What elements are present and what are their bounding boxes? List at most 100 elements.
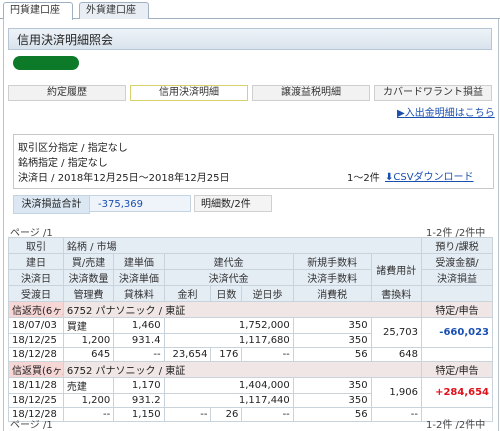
header-side: 買/売建 bbox=[62, 253, 115, 270]
header-interest: 金利 bbox=[163, 285, 212, 302]
condition-trade-type: 取引区分指定 / 指定なし bbox=[18, 143, 128, 154]
settle-price: 931.2 bbox=[113, 393, 165, 408]
csv-download-label: CSVダウンロード bbox=[393, 172, 474, 183]
delivery-date: 18/12/28 bbox=[8, 347, 64, 362]
csv-download-link[interactable]: ⬇CSVダウンロード bbox=[385, 168, 474, 183]
page-title: 信用決済明細照会 bbox=[8, 28, 492, 50]
new-fee: 350 bbox=[292, 377, 372, 394]
settle-date: 18/12/25 bbox=[8, 333, 64, 348]
settle-date: 18/12/25 bbox=[8, 393, 64, 408]
header-row-1: 取引 銘柄 / 市場 預り/課税 bbox=[8, 237, 493, 254]
header-security: 銘柄 / 市場 bbox=[62, 237, 423, 254]
nav-transfer-pl[interactable]: 譲渡益税明細 bbox=[252, 85, 370, 101]
build-price: 1,170 bbox=[113, 377, 165, 394]
record-delivery-row: 18/12/28 645 -- 23,654 176 -- 56 648 bbox=[8, 347, 493, 362]
nav-margin-settlement[interactable]: 信用決済明細 bbox=[130, 85, 248, 101]
reverse-fee: -- bbox=[241, 407, 294, 422]
mgmt-fee: -- bbox=[62, 407, 115, 422]
external-link-icon: ▶ bbox=[397, 108, 405, 119]
header-trade: 取引 bbox=[8, 237, 64, 254]
pager-bottom-range: 1-2件 /2件中 bbox=[426, 420, 486, 431]
settle-price: 931.4 bbox=[113, 333, 165, 348]
header-pl: 決済損益 bbox=[421, 269, 493, 286]
consumption-tax: 56 bbox=[292, 407, 372, 422]
rewrite-fee: -- bbox=[370, 407, 423, 422]
reverse-fee: -- bbox=[241, 347, 294, 362]
blank-cell bbox=[421, 347, 493, 362]
record-category-row: 信返買(6ヶ月) 6752 パナソニック / 東証 特定/申告 bbox=[8, 361, 493, 378]
header-new-fee: 新規手数料 bbox=[292, 253, 372, 270]
redacted-account-name bbox=[13, 56, 79, 70]
header-build-price: 建単価 bbox=[113, 253, 165, 270]
settlement-pl: +284,654 bbox=[421, 377, 493, 408]
header-tax: 消費税 bbox=[292, 285, 372, 302]
header-build-amount: 建代金 bbox=[163, 253, 294, 270]
rewrite-fee: 648 bbox=[370, 347, 423, 362]
header-costs-total: 諸費用計 bbox=[370, 253, 423, 286]
header-rewrite: 書換料 bbox=[370, 285, 423, 302]
header-row-4: 受渡日 管理費 貸株料 金利 日数 逆日歩 消費税 書換料 bbox=[8, 285, 493, 302]
header-mgmt-fee: 管理費 bbox=[62, 285, 115, 302]
header-qty: 決済数量 bbox=[62, 269, 115, 286]
side: 買建 bbox=[62, 317, 115, 334]
build-amount: 1,404,000 bbox=[163, 377, 294, 394]
days: 26 bbox=[210, 407, 243, 422]
security-name: 6752 パナソニック / 東証 bbox=[62, 361, 423, 378]
account-type: 特定/申告 bbox=[421, 301, 493, 318]
header-days: 日数 bbox=[210, 285, 243, 302]
nav-contract-history[interactable]: 約定履歴 bbox=[8, 85, 126, 101]
days: 176 bbox=[210, 347, 243, 362]
summary-detail-count: 明細数/2件 bbox=[194, 195, 272, 212]
mgmt-fee: 645 bbox=[62, 347, 115, 362]
header-settle-fee: 決済手数料 bbox=[292, 269, 372, 286]
record-delivery-row: 18/12/28 -- 1,150 -- 26 -- 56 -- bbox=[8, 407, 493, 422]
settle-fee: 350 bbox=[292, 333, 372, 348]
account-type: 特定/申告 bbox=[421, 361, 493, 378]
trade-type: 信返売(6ヶ月) bbox=[8, 301, 64, 318]
header-reverse: 逆日歩 bbox=[241, 285, 294, 302]
record-category-row: 信返売(6ヶ月) 6752 パナソニック / 東証 特定/申告 bbox=[8, 301, 493, 318]
summary-pl-label: 決済損益合計 bbox=[13, 195, 90, 214]
deposit-history-link-label: 入出金明細はこちら bbox=[404, 108, 495, 119]
lend-fee: 1,150 bbox=[113, 407, 165, 422]
settle-amount: 1,117,680 bbox=[163, 333, 294, 348]
qty: 1,200 bbox=[62, 333, 115, 348]
summary-pl-value: -375,369 bbox=[89, 195, 191, 212]
tab-foreign-account[interactable]: 外貨建口座 bbox=[79, 2, 149, 19]
settlement-table: 取引 銘柄 / 市場 預り/課税 建日 買/売建 建単価 建代金 新規手数料 諸… bbox=[8, 237, 493, 422]
deposit-history-link[interactable]: ▶入出金明細はこちら bbox=[397, 104, 495, 119]
qty: 1,200 bbox=[62, 393, 115, 408]
lend-fee: -- bbox=[113, 347, 165, 362]
condition-settlement-date: 決済日 / 2018年12月25日～2018年12月25日 bbox=[18, 173, 230, 184]
build-amount: 1,752,000 bbox=[163, 317, 294, 334]
header-delivery-date: 受渡日 bbox=[8, 285, 64, 302]
header-build-date: 建日 bbox=[8, 253, 64, 270]
security-name: 6752 パナソニック / 東証 bbox=[62, 301, 423, 318]
header-blank bbox=[421, 285, 493, 302]
settle-fee: 350 bbox=[292, 393, 372, 408]
build-date: 18/11/28 bbox=[8, 377, 64, 394]
record-build-row: 18/07/03 買建 1,460 1,752,000 350 25,703 -… bbox=[8, 317, 493, 348]
trade-type: 信返買(6ヶ月) bbox=[8, 361, 64, 378]
header-lend-fee: 貸株料 bbox=[113, 285, 165, 302]
header-delivery-amount: 受渡金額/ bbox=[421, 253, 493, 270]
pager-bottom-page: ページ /1 bbox=[10, 420, 53, 431]
header-settle-date: 決済日 bbox=[8, 269, 64, 286]
header-row-2: 建日 買/売建 建単価 建代金 新規手数料 諸費用計 受渡金額/ bbox=[8, 253, 493, 286]
header-settle-price: 決済単価 bbox=[113, 269, 165, 286]
build-price: 1,460 bbox=[113, 317, 165, 334]
settlement-pl: -660,023 bbox=[421, 317, 493, 348]
interest: -- bbox=[163, 407, 212, 422]
tab-yen-account[interactable]: 円貨建口座 bbox=[3, 2, 73, 20]
condition-security: 銘柄指定 / 指定なし bbox=[18, 158, 108, 169]
header-settle-amount: 決済代金 bbox=[163, 269, 294, 286]
nav-covered-warrant[interactable]: カバードワラント損益 bbox=[374, 85, 492, 101]
interest: 23,654 bbox=[163, 347, 212, 362]
build-date: 18/07/03 bbox=[8, 317, 64, 334]
header-account: 預り/課税 bbox=[421, 237, 493, 254]
report-nav: 約定履歴 信用決済明細 譲渡益税明細 カバードワラント損益 bbox=[8, 85, 492, 101]
consumption-tax: 56 bbox=[292, 347, 372, 362]
costs-total: 1,906 bbox=[370, 377, 423, 408]
record-build-row: 18/11/28 売建 1,170 1,404,000 350 1,906 +2… bbox=[8, 377, 493, 408]
new-fee: 350 bbox=[292, 317, 372, 334]
